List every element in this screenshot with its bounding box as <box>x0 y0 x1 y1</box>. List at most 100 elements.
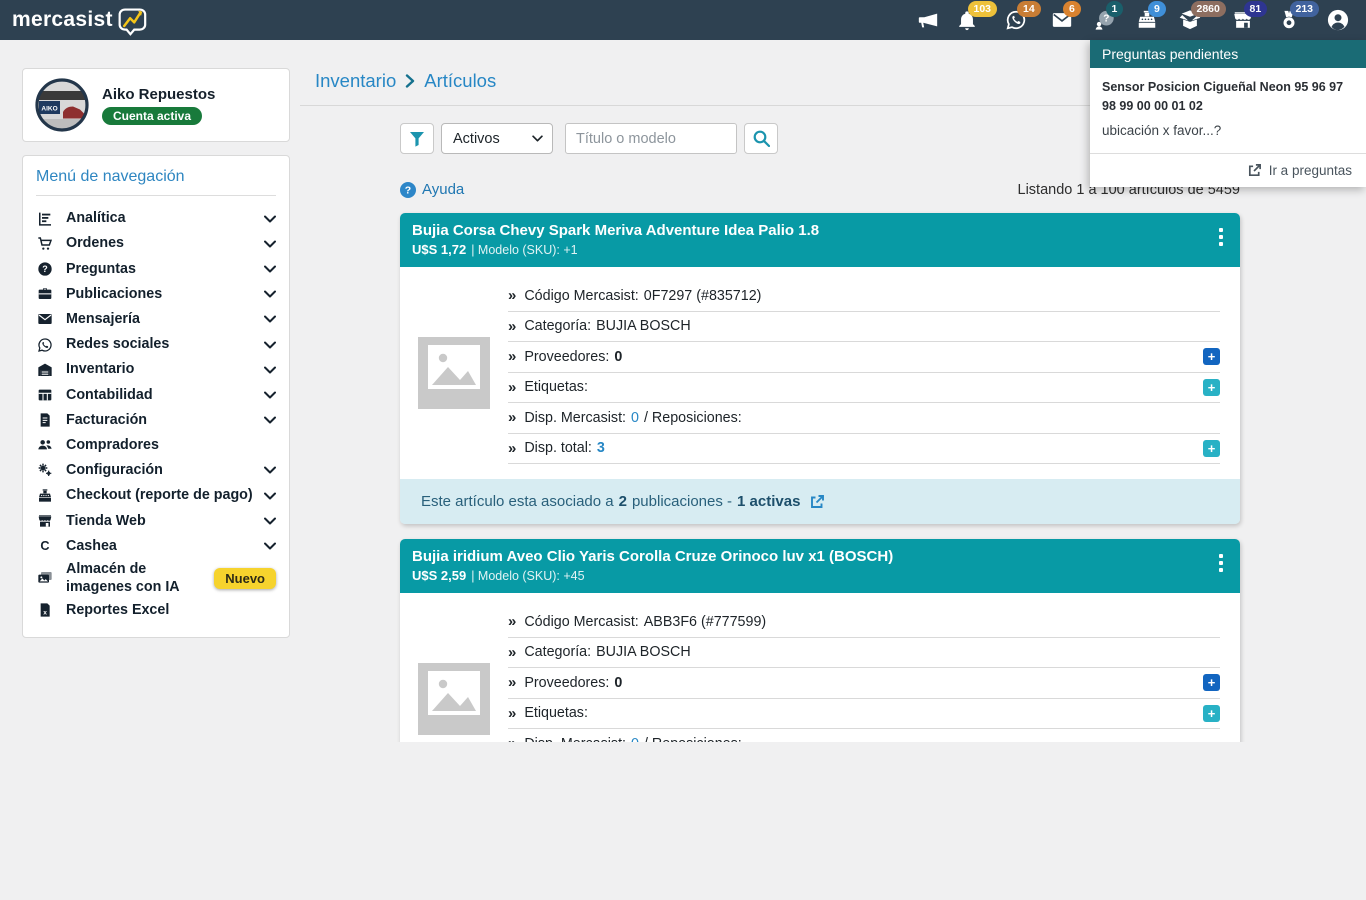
sidebar-item-inventario[interactable]: Inventario <box>36 357 276 382</box>
account-avatar[interactable]: AIKO <box>35 78 89 132</box>
sidebar-item-label: Redes sociales <box>66 335 169 354</box>
article-availability-row: »Disp. Mercasist:0/ Reposiciones: <box>508 729 1220 742</box>
article-title: Bujia iridium Aveo Clio Yaris Corolla Cr… <box>412 548 1194 565</box>
question-circle-icon: ? <box>36 260 54 277</box>
card-menu-button[interactable] <box>1219 228 1223 246</box>
article-card: Bujia Corsa Chevy Spark Meriva Adventure… <box>400 213 1240 524</box>
sidebar-item-almacén-de-imagenes-con-ia[interactable]: Almacén de imagenes con IANuevo <box>36 559 276 598</box>
image-ai-icon <box>36 570 54 587</box>
article-card-body: »Código Mercasist:ABB3F6 (#777599) »Cate… <box>400 593 1240 742</box>
active-publications-link[interactable]: 1 activas <box>737 493 800 510</box>
sidebar-item-label: Tienda Web <box>66 512 146 531</box>
breadcrumb-inventario[interactable]: Inventario <box>315 70 396 92</box>
medal-icon[interactable]: 213 <box>1277 8 1301 32</box>
notification-badge: 2860 <box>1191 1 1226 17</box>
account-card: AIKO Aiko Repuestos Cuenta activa <box>22 68 290 142</box>
whatsapp-icon[interactable]: 14 <box>1004 8 1028 32</box>
users-icon <box>36 437 54 454</box>
sidebar-item-label: Reportes Excel <box>66 601 169 620</box>
chevron-down-icon <box>264 290 276 298</box>
sidebar-item-mensajería[interactable]: Mensajería <box>36 307 276 332</box>
article-providers-row: »Proveedores:0+ <box>508 342 1220 373</box>
app-logo-text: mercasist <box>12 8 113 32</box>
sidebar-item-label: Publicaciones <box>66 285 162 304</box>
invoice-icon <box>36 412 54 429</box>
help-label: Ayuda <box>422 181 464 198</box>
chevron-down-icon <box>264 391 276 399</box>
whatsapp-icon <box>36 336 54 353</box>
chevron-down-icon <box>264 542 276 550</box>
question-article-title: Sensor Posicion Cigueñal Neon 95 96 97 9… <box>1102 78 1354 116</box>
image-placeholder-icon[interactable] <box>418 337 490 409</box>
notification-badge: 14 <box>1017 1 1041 17</box>
filter-button[interactable] <box>400 123 434 154</box>
envelope-icon[interactable]: 6 <box>1050 8 1074 32</box>
article-providers-row: »Proveedores:0+ <box>508 668 1220 699</box>
sidebar-item-label: Facturación <box>66 411 147 430</box>
sidebar-item-label: Ordenes <box>66 234 124 253</box>
sidebar-item-checkout-reporte-de-pago[interactable]: Checkout (reporte de pago) <box>36 483 276 508</box>
help-link[interactable]: ? Ayuda <box>400 181 464 198</box>
user-question-icon[interactable]: ?1 <box>1093 8 1117 32</box>
breadcrumb-articulos[interactable]: Artículos <box>424 70 496 92</box>
sidebar-item-label: Configuración <box>66 461 163 480</box>
notification-badge: 9 <box>1148 1 1166 17</box>
search-button[interactable] <box>744 123 778 154</box>
search-input[interactable] <box>565 123 737 154</box>
sidebar-item-ordenes[interactable]: Ordenes <box>36 231 276 256</box>
sidebar-item-tienda-web[interactable]: Tienda Web <box>36 508 276 533</box>
megaphone-icon[interactable] <box>916 8 940 32</box>
article-price: U$S 1,72 <box>412 242 466 257</box>
sidebar-item-preguntas[interactable]: ?Preguntas <box>36 256 276 281</box>
chevron-down-icon <box>264 466 276 474</box>
bell-icon[interactable]: 103 <box>955 8 979 32</box>
account-status-badge: Cuenta activa <box>102 107 202 125</box>
sidebar-item-analítica[interactable]: Analítica <box>36 206 276 231</box>
notification-badge: 81 <box>1244 1 1268 17</box>
go-to-questions-label: Ir a preguntas <box>1269 163 1352 178</box>
sidebar-item-contabilidad[interactable]: Contabilidad <box>36 382 276 407</box>
sidebar-item-cashea[interactable]: CCashea <box>36 533 276 558</box>
sidebar-item-label: Compradores <box>66 436 159 455</box>
sidebar-item-label: Contabilidad <box>66 386 153 405</box>
image-placeholder-icon[interactable] <box>418 663 490 735</box>
funnel-icon <box>409 131 425 147</box>
add-tag-button[interactable]: + <box>1203 379 1220 396</box>
open-box-icon[interactable]: 2860 <box>1178 8 1202 32</box>
add-tag-button[interactable]: + <box>1203 705 1220 722</box>
article-availability-row: »Disp. Mercasist:0/ Reposiciones: <box>508 403 1220 434</box>
user-avatar-icon[interactable] <box>1326 8 1350 32</box>
sidebar-item-facturación[interactable]: Facturación <box>36 408 276 433</box>
sidebar-item-publicaciones[interactable]: Publicaciones <box>36 282 276 307</box>
article-code-row: »Código Mercasist:ABB3F6 (#777599) <box>508 607 1220 638</box>
sidebar-item-configuración[interactable]: Configuración <box>36 458 276 483</box>
article-price: U$S 2,59 <box>412 568 466 583</box>
add-provider-button[interactable]: + <box>1203 348 1220 365</box>
article-code-row: »Código Mercasist:0F7297 (#835712) <box>508 281 1220 312</box>
sidebar-item-compradores[interactable]: Compradores <box>36 433 276 458</box>
storefront-icon[interactable]: 81 <box>1231 8 1255 32</box>
spreadsheet-icon <box>36 386 54 403</box>
sidebar-item-reportes-excel[interactable]: x Reportes Excel <box>36 598 276 623</box>
sidebar-item-redes-sociales[interactable]: Redes sociales <box>36 332 276 357</box>
add-provider-button[interactable]: + <box>1203 674 1220 691</box>
app-logo[interactable]: mercasist <box>12 5 147 36</box>
notification-badge: 1 <box>1106 1 1124 17</box>
add-stock-button[interactable]: + <box>1203 440 1220 457</box>
dropdown-question-item[interactable]: Sensor Posicion Cigueñal Neon 95 96 97 9… <box>1090 68 1366 142</box>
logo-chat-arrow-icon <box>116 5 147 36</box>
go-to-questions-link[interactable]: Ir a preguntas <box>1090 153 1366 187</box>
svg-text:AIKO: AIKO <box>41 106 57 113</box>
card-menu-button[interactable] <box>1219 554 1223 572</box>
chevron-down-icon <box>264 517 276 525</box>
status-filter-select[interactable]: Activos <box>441 123 553 154</box>
external-link-icon[interactable] <box>809 494 825 510</box>
cash-register-icon[interactable]: 9 <box>1135 8 1159 32</box>
svg-text:?: ? <box>42 264 48 274</box>
top-navbar: mercasist 103 14 6 ?1 9 2860 81 213 <box>0 0 1366 40</box>
chevron-down-icon <box>264 416 276 424</box>
excel-icon: x <box>36 602 54 619</box>
briefcase-icon <box>36 286 54 303</box>
cart-icon <box>36 235 54 252</box>
chevron-down-icon <box>532 135 543 142</box>
